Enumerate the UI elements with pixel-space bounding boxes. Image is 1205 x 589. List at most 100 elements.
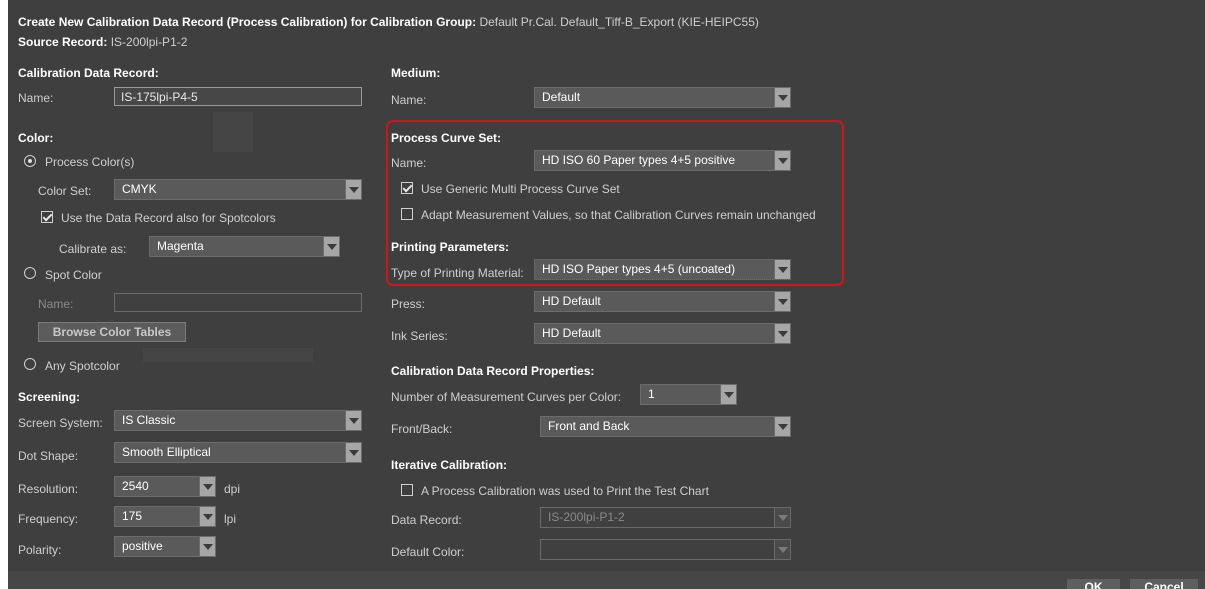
process-color-radio[interactable] [24, 155, 36, 167]
source-record-line: Source Record: IS-200lpi-P1-2 [18, 35, 187, 49]
color-heading: Color: [18, 131, 54, 145]
adapt-measurement-label: Adapt Measurement Values, so that Calibr… [421, 208, 816, 222]
ink-series-value: HD Default [542, 326, 601, 340]
record-name-label: Name: [18, 91, 54, 105]
press-label: Press: [391, 297, 426, 311]
chevron-down-icon [720, 385, 736, 404]
frequency-unit: lpi [224, 512, 237, 526]
screen-system-value: IS Classic [122, 413, 176, 427]
default-color-label: Default Color: [391, 545, 465, 559]
data-record-dropdown[interactable]: IS-200lpi-P1-2 [540, 507, 791, 528]
use-for-spotcolors-label: Use the Data Record also for Spotcolors [61, 211, 276, 225]
polarity-label: Polarity: [18, 543, 62, 557]
printing-heading: Printing Parameters: [391, 240, 510, 254]
frequency-label: Frequency: [18, 512, 79, 526]
process-color-label: Process Color(s) [45, 155, 135, 169]
chevron-down-icon [774, 151, 790, 170]
data-record-label: Data Record: [391, 513, 462, 527]
press-value: HD Default [542, 294, 601, 308]
spot-color-label: Spot Color [45, 268, 102, 282]
polarity-value: positive [122, 539, 163, 553]
chevron-down-icon [774, 292, 790, 311]
any-spotcolor-radio[interactable] [24, 358, 36, 370]
dialog-title: Create New Calibration Data Record (Proc… [18, 15, 759, 29]
curves-per-color-label: Number of Measurement Curves per Color: [391, 390, 622, 404]
polarity-dropdown[interactable]: positive [114, 536, 216, 557]
front-back-value: Front and Back [548, 419, 630, 433]
color-set-value: CMYK [122, 182, 157, 196]
chevron-down-icon [774, 508, 790, 527]
calibration-group-name: Default Pr.Cal. Default_Tiff-B_Export (K… [479, 15, 759, 29]
curves-per-color-value: 1 [648, 387, 655, 401]
resolution-dropdown[interactable]: 2540 [114, 476, 216, 497]
process-used-label: A Process Calibration was used to Print … [421, 484, 709, 498]
curves-per-color-dropdown[interactable]: 1 [640, 384, 737, 405]
iterative-heading: Iterative Calibration: [391, 458, 508, 472]
press-dropdown[interactable]: HD Default [534, 291, 791, 312]
dialog-footer [8, 571, 1205, 589]
dot-shape-dropdown[interactable]: Smooth Elliptical [114, 442, 362, 463]
chevron-down-icon [345, 443, 361, 462]
chevron-down-icon [199, 537, 215, 556]
source-record-value: IS-200lpi-P1-2 [110, 35, 188, 49]
generic-curve-set-label: Use Generic Multi Process Curve Set [421, 182, 620, 196]
curve-set-heading: Process Curve Set: [391, 131, 502, 145]
adapt-measurement-checkbox[interactable] [401, 208, 413, 220]
calibrate-as-value: Magenta [157, 239, 204, 253]
color-set-dropdown[interactable]: CMYK [114, 179, 362, 200]
chevron-down-icon [774, 88, 790, 107]
dialog-title-prefix: Create New Calibration Data Record (Proc… [18, 15, 477, 29]
cancel-button[interactable]: Cancel [1130, 579, 1198, 589]
default-color-dropdown[interactable] [540, 539, 791, 560]
resolution-unit: dpi [224, 482, 241, 496]
use-for-spotcolors-checkbox[interactable] [41, 211, 53, 223]
screening-heading: Screening: [18, 390, 81, 404]
generic-curve-set-checkbox[interactable] [401, 182, 413, 194]
printing-material-dropdown[interactable]: HD ISO Paper types 4+5 (uncoated) [534, 259, 791, 280]
record-heading: Calibration Data Record: [18, 66, 159, 80]
frequency-dropdown[interactable]: 175 [114, 506, 216, 527]
resolution-value: 2540 [122, 479, 149, 493]
front-back-dropdown[interactable]: Front and Back [540, 416, 791, 437]
screen-system-dropdown[interactable]: IS Classic [114, 410, 362, 431]
medium-name-value: Default [542, 90, 581, 104]
ink-series-label: Ink Series: [391, 329, 448, 343]
medium-name-label: Name: [391, 93, 427, 107]
printing-material-value: HD ISO Paper types 4+5 (uncoated) [542, 262, 736, 276]
spot-color-radio[interactable] [24, 267, 36, 279]
frequency-value: 175 [122, 509, 143, 523]
properties-heading: Calibration Data Record Properties: [391, 364, 595, 378]
chevron-down-icon [774, 417, 790, 436]
printing-material-label: Type of Printing Material: [391, 266, 524, 280]
ok-button[interactable]: OK [1067, 579, 1120, 589]
curve-set-name-dropdown[interactable]: HD ISO 60 Paper types 4+5 positive [534, 150, 791, 171]
resolution-label: Resolution: [18, 482, 79, 496]
chevron-down-icon [323, 237, 339, 256]
medium-name-dropdown[interactable]: Default [534, 87, 791, 108]
calibrate-as-dropdown[interactable]: Magenta [149, 236, 340, 257]
spot-name-input[interactable] [114, 293, 362, 312]
curve-set-name-label: Name: [391, 156, 427, 170]
dot-shape-label: Dot Shape: [18, 449, 79, 463]
calibration-dialog: Create New Calibration Data Record (Proc… [8, 0, 1205, 589]
chevron-down-icon [774, 540, 790, 559]
ghost-artifact [143, 348, 313, 362]
chevron-down-icon [774, 260, 790, 279]
curve-set-name-value: HD ISO 60 Paper types 4+5 positive [542, 153, 736, 167]
process-used-checkbox[interactable] [401, 484, 413, 496]
medium-heading: Medium: [391, 66, 441, 80]
chevron-down-icon [774, 324, 790, 343]
ink-series-dropdown[interactable]: HD Default [534, 323, 791, 344]
screen-system-label: Screen System: [18, 416, 103, 430]
browse-color-tables-button[interactable]: Browse Color Tables [38, 322, 186, 342]
any-spotcolor-label: Any Spotcolor [45, 359, 120, 373]
source-record-label: Source Record: [18, 35, 108, 49]
chevron-down-icon [199, 477, 215, 496]
record-name-input[interactable]: IS-175lpi-P4-5 [114, 87, 362, 106]
chevron-down-icon [345, 180, 361, 199]
chevron-down-icon [199, 507, 215, 526]
color-set-label: Color Set: [38, 184, 92, 198]
spot-name-label: Name: [38, 297, 74, 311]
data-record-value: IS-200lpi-P1-2 [548, 510, 625, 524]
front-back-label: Front/Back: [391, 422, 453, 436]
